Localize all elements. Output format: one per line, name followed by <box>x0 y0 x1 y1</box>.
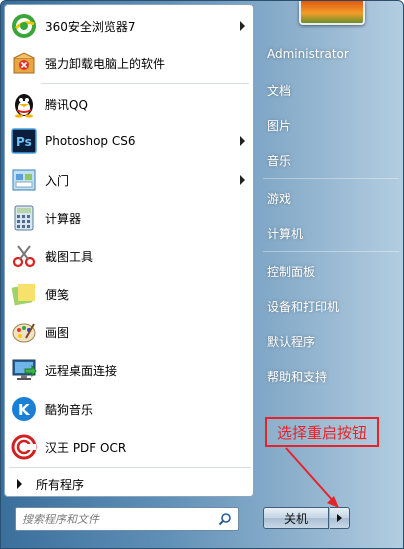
right-item-documents[interactable]: 文档 <box>267 82 291 99</box>
search-box[interactable] <box>15 507 239 531</box>
svg-text:Ps: Ps <box>16 135 32 149</box>
kugou-music-icon: K <box>9 394 39 424</box>
right-item-help-support[interactable]: 帮助和支持 <box>267 368 327 385</box>
triangle-right-icon <box>337 514 342 522</box>
right-separator <box>263 251 399 252</box>
right-item-default-programs[interactable]: 默认程序 <box>267 333 315 350</box>
separator <box>41 83 249 84</box>
program-item-calculator[interactable]: 计算器 <box>9 200 251 236</box>
program-label: 强力卸载电脑上的软件 <box>45 56 166 71</box>
calculator-icon <box>9 203 39 233</box>
user-picture[interactable] <box>299 1 365 25</box>
program-label: 360安全浏览器7 <box>45 19 136 34</box>
programs-panel: 360安全浏览器7 强力卸载电脑上的软件 腾讯QQ Ps Photoshop C… <box>4 4 254 497</box>
program-label: 腾讯QQ <box>45 97 88 112</box>
triangle-right-icon <box>17 479 22 489</box>
submenu-arrow-icon <box>240 136 245 146</box>
program-label: Photoshop CS6 <box>45 134 136 148</box>
program-item-sticky-notes[interactable]: 便笺 <box>9 276 251 312</box>
sticky-notes-icon <box>9 279 39 309</box>
submenu-arrow-icon <box>240 21 245 31</box>
program-item-360-browser[interactable]: 360安全浏览器7 <box>9 8 251 44</box>
program-label: 酷狗音乐 <box>45 402 94 417</box>
separator <box>9 467 251 468</box>
right-item-games[interactable]: 游戏 <box>267 190 291 207</box>
program-item-photoshop[interactable]: Ps Photoshop CS6 <box>9 123 251 159</box>
program-label: 画图 <box>45 325 70 340</box>
annotation-box: 选择重启按钮 <box>265 417 379 447</box>
all-programs-label: 所有程序 <box>36 477 85 492</box>
right-item-user[interactable]: Administrator <box>267 47 349 61</box>
program-item-kugou-music[interactable]: K 酷狗音乐 <box>9 391 251 427</box>
uninstall-box-icon <box>9 48 39 78</box>
remote-desktop-icon <box>9 355 39 385</box>
program-label: 计算器 <box>45 211 82 226</box>
program-item-getting-started[interactable]: 入门 <box>9 162 251 198</box>
search-input[interactable] <box>22 509 218 529</box>
program-label: 入门 <box>45 173 70 188</box>
program-item-qq[interactable]: 腾讯QQ <box>9 86 251 122</box>
right-item-music[interactable]: 音乐 <box>267 152 291 169</box>
start-menu: 360安全浏览器7 强力卸载电脑上的软件 腾讯QQ Ps Photoshop C… <box>0 0 404 549</box>
all-programs-item[interactable]: 所有程序 <box>9 471 251 497</box>
right-item-pictures[interactable]: 图片 <box>267 117 291 134</box>
qq-penguin-icon <box>9 89 39 119</box>
right-item-devices-printers[interactable]: 设备和打印机 <box>267 298 339 315</box>
getting-started-icon <box>9 165 39 195</box>
right-item-computer[interactable]: 计算机 <box>267 225 303 242</box>
submenu-arrow-icon <box>240 175 245 185</box>
program-label: 截图工具 <box>45 249 94 264</box>
program-item-uninstaller[interactable]: 强力卸载电脑上的软件 <box>9 45 251 81</box>
program-label: 远程桌面连接 <box>45 363 118 378</box>
snipping-tool-icon <box>9 241 39 271</box>
annotation-text: 选择重启按钮 <box>276 423 367 442</box>
magnifier-icon[interactable] <box>218 512 232 526</box>
program-label: 汉王 PDF OCR <box>45 440 127 455</box>
program-item-hanwang-ocr[interactable]: 汉王 PDF OCR <box>9 429 251 465</box>
photoshop-icon: Ps <box>9 126 39 156</box>
paint-palette-icon <box>9 317 39 347</box>
svg-text:K: K <box>18 401 31 419</box>
browser-360-icon <box>9 11 39 41</box>
program-item-paint[interactable]: 画图 <box>9 314 251 350</box>
right-item-control-panel[interactable]: 控制面板 <box>267 263 315 280</box>
hanwang-ocr-icon <box>9 432 39 462</box>
program-item-remote-desktop[interactable]: 远程桌面连接 <box>9 352 251 388</box>
shutdown-button[interactable]: 关机 <box>263 507 329 529</box>
right-separator <box>263 178 399 179</box>
program-item-snipping-tool[interactable]: 截图工具 <box>9 238 251 274</box>
program-label: 便笺 <box>45 287 70 302</box>
shutdown-options-button[interactable] <box>330 507 350 529</box>
